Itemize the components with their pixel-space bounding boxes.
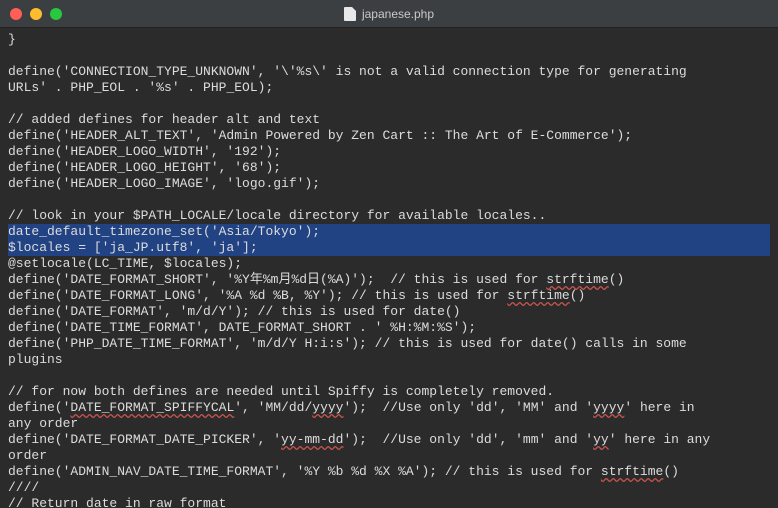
code-line[interactable]: define('PHP_DATE_TIME_FORMAT', 'm/d/Y H:… — [8, 336, 770, 352]
filename-label: japanese.php — [362, 6, 434, 22]
code-editor[interactable]: } define('CONNECTION_TYPE_UNKNOWN', '\'%… — [0, 28, 778, 508]
code-line[interactable] — [8, 192, 770, 208]
code-line[interactable]: // look in your $PATH_LOCALE/locale dire… — [8, 208, 770, 224]
code-line[interactable]: $locales = ['ja_JP.utf8', 'ja']; — [8, 240, 770, 256]
code-line[interactable]: define('HEADER_LOGO_IMAGE', 'logo.gif'); — [8, 176, 770, 192]
close-icon[interactable] — [10, 8, 22, 20]
code-span: '); //Use only 'dd', 'mm' and ' — [343, 432, 593, 447]
code-span: define('ADMIN_NAV_DATE_TIME_FORMAT', '%Y… — [8, 464, 601, 479]
code-line[interactable]: define('CONNECTION_TYPE_UNKNOWN', '\'%s\… — [8, 64, 770, 80]
code-line[interactable] — [8, 96, 770, 112]
code-line[interactable]: define('HEADER_ALT_TEXT', 'Admin Powered… — [8, 128, 770, 144]
code-line[interactable]: date_default_timezone_set('Asia/Tokyo'); — [8, 224, 770, 240]
code-span: define('DATE_FORMAT_SHORT', '%Y年%m月%d日(%… — [8, 272, 546, 287]
code-line[interactable]: @setlocale(LC_TIME, $locales); — [8, 256, 770, 272]
code-span: ' here in — [624, 400, 694, 415]
code-line[interactable]: define('DATE_FORMAT_LONG', '%A %d %B, %Y… — [8, 288, 770, 304]
window-controls — [0, 8, 62, 20]
code-span: () — [663, 464, 679, 479]
code-span: ', 'MM/dd/ — [234, 400, 312, 415]
code-span: '); //Use only 'dd', 'MM' and ' — [343, 400, 593, 415]
code-line[interactable]: any order — [8, 416, 770, 432]
code-warning-span: DATE_FORMAT_SPIFFYCAL — [70, 400, 234, 415]
code-line[interactable]: order — [8, 448, 770, 464]
code-line[interactable]: define('ADMIN_NAV_DATE_TIME_FORMAT', '%Y… — [8, 464, 770, 480]
code-line[interactable]: } — [8, 32, 770, 48]
code-warning-span: yy — [593, 432, 609, 447]
code-line[interactable]: define('DATE_FORMAT_SPIFFYCAL', 'MM/dd/y… — [8, 400, 770, 416]
code-span: () — [570, 288, 586, 303]
code-line[interactable]: URLs' . PHP_EOL . '%s' . PHP_EOL); — [8, 80, 770, 96]
code-warning-span: strftime — [546, 272, 608, 287]
zoom-icon[interactable] — [50, 8, 62, 20]
code-line[interactable]: define('HEADER_LOGO_HEIGHT', '68'); — [8, 160, 770, 176]
code-line[interactable]: // for now both defines are needed until… — [8, 384, 770, 400]
code-warning-span: yyyy — [593, 400, 624, 415]
code-warning-span: strftime — [507, 288, 569, 303]
code-warning-span: strftime — [601, 464, 663, 479]
file-icon — [344, 7, 356, 21]
code-line[interactable]: plugins — [8, 352, 770, 368]
code-span: define('DATE_FORMAT_DATE_PICKER', ' — [8, 432, 281, 447]
code-line[interactable]: //// — [8, 480, 770, 496]
minimize-icon[interactable] — [30, 8, 42, 20]
code-line[interactable]: // Return date in raw format — [8, 496, 770, 508]
code-span: () — [609, 272, 625, 287]
code-line[interactable]: define('HEADER_LOGO_WIDTH', '192'); — [8, 144, 770, 160]
code-warning-span: yyyy — [312, 400, 343, 415]
window-titlebar[interactable]: japanese.php — [0, 0, 778, 28]
code-line[interactable]: define('DATE_TIME_FORMAT', DATE_FORMAT_S… — [8, 320, 770, 336]
code-line[interactable]: define('DATE_FORMAT', 'm/d/Y'); // this … — [8, 304, 770, 320]
code-line[interactable] — [8, 48, 770, 64]
code-line[interactable]: define('DATE_FORMAT_DATE_PICKER', 'yy-mm… — [8, 432, 770, 448]
code-span: define('DATE_FORMAT_LONG', '%A %d %B, %Y… — [8, 288, 507, 303]
code-line[interactable]: // added defines for header alt and text — [8, 112, 770, 128]
code-line[interactable] — [8, 368, 770, 384]
code-span: define(' — [8, 400, 70, 415]
code-warning-span: yy-mm-dd — [281, 432, 343, 447]
window-title: japanese.php — [0, 6, 778, 22]
code-line[interactable]: define('DATE_FORMAT_SHORT', '%Y年%m月%d日(%… — [8, 272, 770, 288]
code-span: ' here in any — [609, 432, 710, 447]
